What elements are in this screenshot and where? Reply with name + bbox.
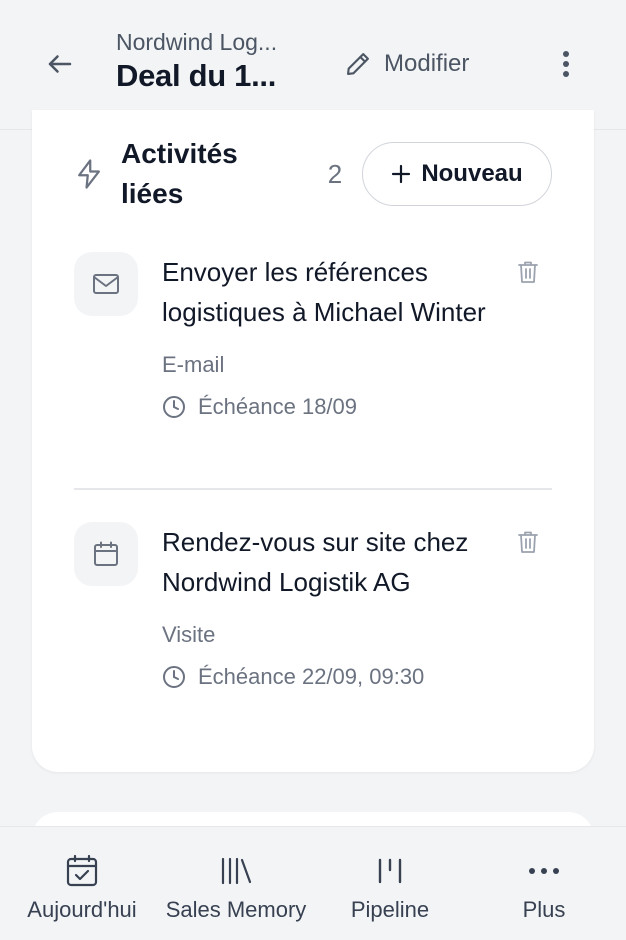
nav-label: Sales Memory — [165, 897, 307, 922]
new-activity-label: Nouveau — [421, 160, 523, 187]
activity-item[interactable]: Envoyer les références logistiques à Mic… — [74, 252, 552, 462]
activity-type: E-mail — [162, 352, 225, 377]
delete-activity-button[interactable] — [514, 526, 542, 558]
activity-body: Envoyer les références logistiques à Mic… — [162, 252, 492, 422]
activity-due-label: Échéance 22/09, 09:30 — [198, 664, 425, 689]
nav-item-pipeline[interactable]: Pipeline — [312, 827, 468, 940]
trash-icon — [518, 531, 538, 553]
calendar-check-icon — [66, 854, 98, 887]
edit-button-label: Modifier — [384, 50, 470, 77]
library-icon — [221, 857, 252, 885]
activity-title: Envoyer les références logistiques à Mic… — [162, 257, 486, 327]
arrow-left-icon — [48, 55, 72, 73]
nav-item-sales-memory[interactable]: Sales Memory — [158, 827, 314, 940]
nav-label: Aujourd'hui — [27, 897, 137, 922]
back-button[interactable] — [40, 44, 80, 84]
pipeline-icon — [378, 858, 402, 884]
delete-activity-button[interactable] — [514, 256, 542, 288]
nav-label: Plus — [522, 897, 566, 922]
activities-count: 2 — [327, 159, 343, 189]
card-header: Activités liées 2 Nouveau — [32, 110, 594, 220]
bottom-navigation: Aujourd'hui Sales Memory Pipeline Plus — [0, 826, 626, 940]
header-subtitle: Nordwind Log... — [116, 29, 278, 55]
mail-icon — [93, 274, 119, 294]
page-title: Deal du 1... — [116, 58, 277, 93]
activity-item[interactable]: Rendez-vous sur site chez Nordwind Logis… — [74, 522, 552, 732]
more-options-button[interactable] — [546, 44, 586, 84]
nav-item-today[interactable]: Aujourd'hui — [4, 827, 160, 940]
activity-type: Visite — [162, 622, 216, 647]
nav-item-more[interactable]: Plus — [466, 827, 622, 940]
activity-due: Échéance 22/09, 09:30 — [162, 662, 492, 692]
activity-icon-tile — [74, 522, 138, 586]
divider — [74, 488, 552, 490]
activity-due: Échéance 18/09 — [162, 392, 492, 422]
more-horizontal-icon — [529, 868, 559, 874]
new-activity-button[interactable]: Nouveau — [362, 142, 552, 206]
pencil-icon — [347, 53, 369, 75]
activity-title: Rendez-vous sur site chez Nordwind Logis… — [162, 527, 469, 597]
plus-icon — [392, 164, 411, 184]
more-vertical-icon — [563, 51, 569, 77]
activity-due-label: Échéance 18/09 — [198, 394, 358, 419]
trash-icon — [518, 261, 538, 283]
clock-icon — [163, 396, 185, 418]
nav-label: Pipeline — [350, 897, 430, 922]
lightning-icon — [78, 159, 100, 189]
edit-button[interactable]: Modifier — [344, 44, 469, 84]
clock-icon — [163, 666, 185, 688]
header-title-block: Nordwind Log... Deal du 1... — [116, 28, 316, 96]
activity-icon-tile — [74, 252, 138, 316]
related-activities-card: Activités liées 2 Nouveau Envoyer les ré… — [32, 110, 594, 772]
calendar-icon — [94, 541, 118, 566]
activity-body: Rendez-vous sur site chez Nordwind Logis… — [162, 522, 492, 692]
card-title: Activités liées — [121, 138, 238, 209]
